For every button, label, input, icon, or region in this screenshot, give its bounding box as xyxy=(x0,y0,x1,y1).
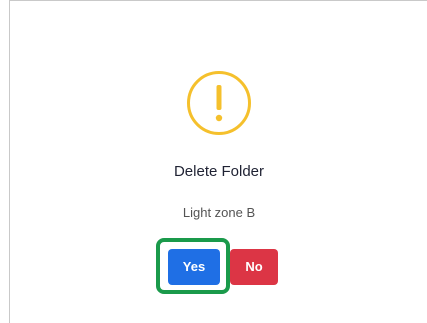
yes-button[interactable]: Yes xyxy=(168,249,220,285)
delete-folder-dialog: Delete Folder Light zone B Yes No xyxy=(9,0,427,323)
dialog-subtitle: Light zone B xyxy=(182,205,256,220)
dialog-title: Delete Folder xyxy=(173,163,265,180)
exclamation-mark-icon xyxy=(215,85,223,122)
warning-icon xyxy=(187,71,251,135)
no-button[interactable]: No xyxy=(230,249,278,285)
